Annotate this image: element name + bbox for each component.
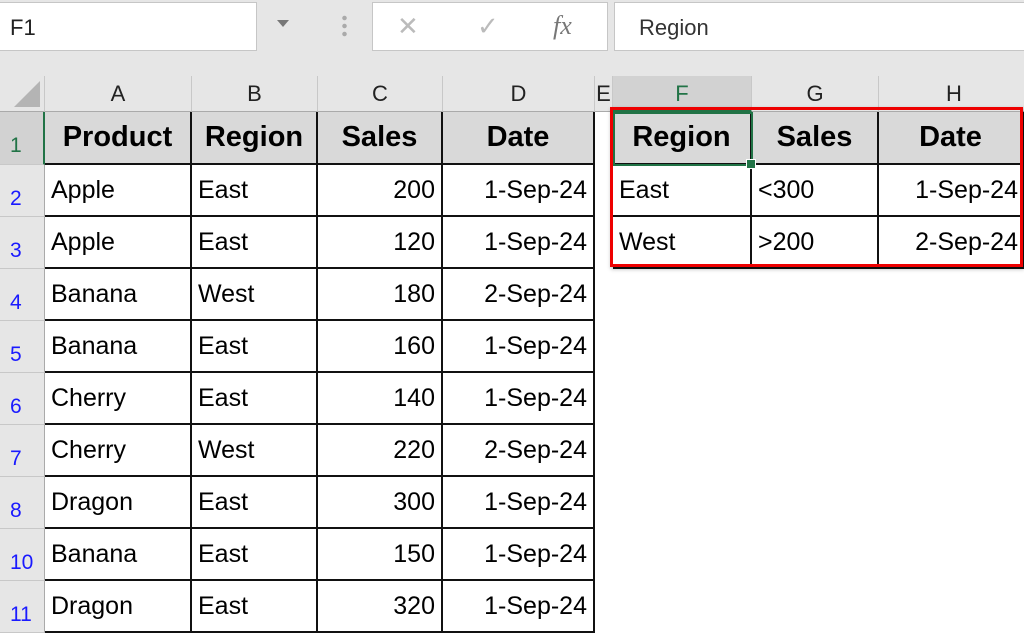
criteria-cell[interactable]: West <box>613 217 752 269</box>
criteria-header-cell[interactable]: Region <box>613 112 752 165</box>
formula-value: Region <box>639 15 709 41</box>
criteria-cell[interactable]: East <box>613 165 752 217</box>
data-cell[interactable]: East <box>192 477 318 529</box>
data-cell[interactable]: 2-Sep-24 <box>443 269 595 321</box>
data-cell[interactable]: 1-Sep-24 <box>443 477 595 529</box>
data-cell[interactable]: 140 <box>318 373 443 425</box>
criteria-cell[interactable]: >200 <box>752 217 879 269</box>
data-header-cell[interactable]: Date <box>443 112 595 165</box>
column-header-g[interactable]: G <box>752 76 879 112</box>
data-cell[interactable]: 1-Sep-24 <box>443 321 595 373</box>
data-cell[interactable]: Banana <box>45 321 192 373</box>
row-header-10[interactable]: 10 <box>0 529 45 581</box>
data-cell[interactable]: West <box>192 269 318 321</box>
column-header-e[interactable]: E <box>595 76 613 112</box>
formula-bar-area: F1 ✕ ✓ fx Region <box>0 0 1024 76</box>
data-cell[interactable]: 220 <box>318 425 443 477</box>
data-cell[interactable]: 1-Sep-24 <box>443 165 595 217</box>
data-cell[interactable]: East <box>192 321 318 373</box>
data-cell[interactable]: 320 <box>318 581 443 633</box>
row-header-2[interactable]: 2 <box>0 165 45 217</box>
data-cell[interactable]: 120 <box>318 217 443 269</box>
data-header-cell[interactable]: Product <box>45 112 192 165</box>
data-cell[interactable]: 1-Sep-24 <box>443 581 595 633</box>
data-cell[interactable]: Banana <box>45 529 192 581</box>
criteria-cell[interactable]: 1-Sep-24 <box>879 165 1024 217</box>
data-cell[interactable]: West <box>192 425 318 477</box>
enter-icon[interactable]: ✓ <box>477 11 499 42</box>
data-cell[interactable]: East <box>192 217 318 269</box>
name-box-dropdown-icon[interactable] <box>277 20 289 27</box>
data-cell[interactable]: Banana <box>45 269 192 321</box>
column-header-d[interactable]: D <box>443 76 595 112</box>
formula-buttons: ✕ ✓ fx <box>372 2 608 51</box>
column-header-h[interactable]: H <box>879 76 1024 112</box>
data-cell[interactable]: 160 <box>318 321 443 373</box>
row-header-5[interactable]: 5 <box>0 321 45 373</box>
row-header-7[interactable]: 7 <box>0 425 45 477</box>
insert-function-icon[interactable]: fx <box>553 11 572 41</box>
formula-input[interactable]: Region <box>614 2 1024 51</box>
criteria-cell[interactable]: 2-Sep-24 <box>879 217 1024 269</box>
row-header-3[interactable]: 3 <box>0 217 45 269</box>
cancel-icon[interactable]: ✕ <box>397 11 419 42</box>
data-cell[interactable]: Cherry <box>45 373 192 425</box>
data-cell[interactable]: Dragon <box>45 477 192 529</box>
data-cell[interactable]: East <box>192 165 318 217</box>
criteria-header-cell[interactable]: Sales <box>752 112 879 165</box>
row-header-1[interactable]: 1 <box>0 112 45 165</box>
data-cell[interactable]: Apple <box>45 165 192 217</box>
row-header-6[interactable]: 6 <box>0 373 45 425</box>
data-cell[interactable]: 180 <box>318 269 443 321</box>
criteria-cell[interactable]: <300 <box>752 165 879 217</box>
select-all-button[interactable] <box>0 76 45 112</box>
drag-handle-icon[interactable] <box>342 14 347 38</box>
data-cell[interactable]: 1-Sep-24 <box>443 217 595 269</box>
column-header-a[interactable]: A <box>45 76 192 112</box>
data-cell[interactable]: East <box>192 373 318 425</box>
data-cell[interactable]: 1-Sep-24 <box>443 529 595 581</box>
row-header-8[interactable]: 8 <box>0 477 45 529</box>
name-box-value: F1 <box>10 15 36 41</box>
data-cell[interactable]: Dragon <box>45 581 192 633</box>
data-cell[interactable]: Apple <box>45 217 192 269</box>
data-cell[interactable]: 1-Sep-24 <box>443 373 595 425</box>
data-cell[interactable]: East <box>192 581 318 633</box>
data-header-cell[interactable]: Region <box>192 112 318 165</box>
data-cell[interactable]: 300 <box>318 477 443 529</box>
criteria-header-cell[interactable]: Date <box>879 112 1024 165</box>
data-cell[interactable]: 200 <box>318 165 443 217</box>
data-cell[interactable]: 2-Sep-24 <box>443 425 595 477</box>
row-header-11[interactable]: 11 <box>0 581 45 633</box>
column-header-c[interactable]: C <box>318 76 443 112</box>
data-cell[interactable]: Cherry <box>45 425 192 477</box>
data-cell[interactable]: East <box>192 529 318 581</box>
data-cell[interactable]: 150 <box>318 529 443 581</box>
name-box[interactable]: F1 <box>0 2 257 51</box>
row-header-4[interactable]: 4 <box>0 269 45 321</box>
column-header-f[interactable]: F <box>613 76 752 112</box>
column-header-b[interactable]: B <box>192 76 318 112</box>
data-header-cell[interactable]: Sales <box>318 112 443 165</box>
